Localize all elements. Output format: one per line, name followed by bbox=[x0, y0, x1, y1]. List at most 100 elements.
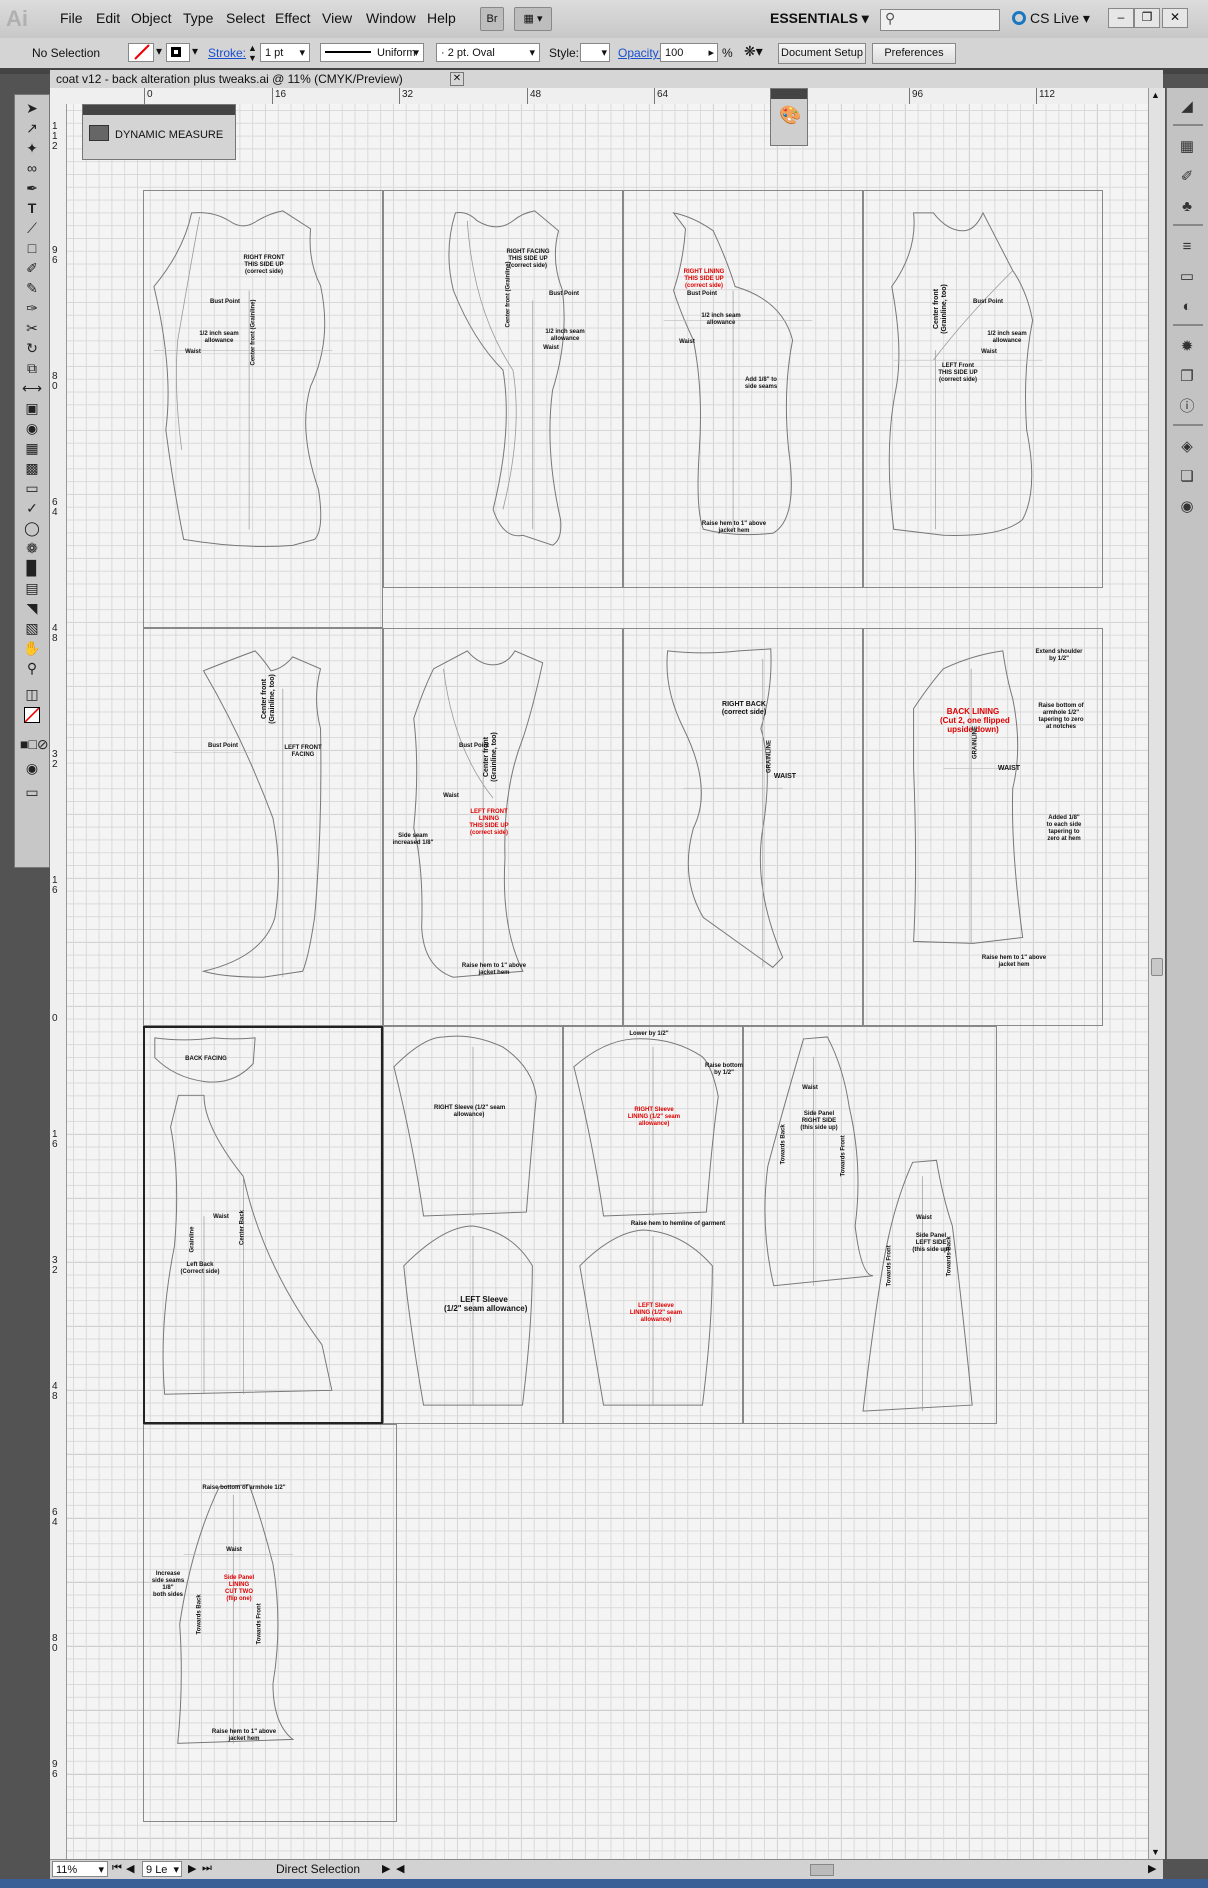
artboard-7[interactable]: RIGHT BACK (correct side) GRAINLINE WAIS… bbox=[623, 628, 863, 1026]
pencil-tool-icon[interactable]: ✎ bbox=[20, 279, 44, 297]
artboard-3[interactable]: RIGHT LINING THIS SIDE UP (correct side)… bbox=[623, 190, 863, 588]
brush-definition[interactable]: · 2 pt. Oval ▾ bbox=[436, 43, 540, 62]
stroke-stepper[interactable]: ▲ ▼ bbox=[248, 43, 257, 63]
document-setup-button[interactable]: Document Setup bbox=[778, 43, 866, 64]
menu-effect[interactable]: Effect bbox=[275, 10, 311, 26]
artboard-13[interactable]: Raise bottom of armhole 1/2" Waist Incre… bbox=[143, 1424, 397, 1822]
fill-stroke-swatch-icon[interactable] bbox=[20, 707, 44, 725]
artboard-6[interactable]: Bust Point Center front (Grainline, too)… bbox=[383, 628, 623, 1026]
paintbrush-tool-icon[interactable]: ✐ bbox=[20, 259, 44, 277]
arrange-documents-button[interactable]: ▦ ▾ bbox=[514, 7, 552, 31]
blob-brush-tool-icon[interactable]: ✑ bbox=[20, 299, 44, 317]
menu-help[interactable]: Help bbox=[427, 10, 456, 26]
close-button[interactable]: ✕ bbox=[1162, 8, 1188, 28]
scissors-tool-icon[interactable]: ✂ bbox=[20, 319, 44, 337]
column-graph-tool-icon[interactable]: ▉ bbox=[20, 559, 44, 577]
color-mode-icons[interactable]: ■□⊘ bbox=[20, 735, 49, 753]
restore-button[interactable]: ❐ bbox=[1134, 8, 1160, 28]
transparency-panel-icon[interactable]: ◐ bbox=[1177, 298, 1197, 316]
artboard-4[interactable]: Bust Point Center front (Grainline, too)… bbox=[863, 190, 1103, 588]
artboard-10[interactable]: RIGHT Sleeve (1/2" seam allowance) LEFT … bbox=[383, 1026, 563, 1424]
menu-object[interactable]: Object bbox=[131, 10, 171, 26]
rotate-tool-icon[interactable]: ↻ bbox=[20, 339, 44, 357]
preferences-button[interactable]: Preferences bbox=[872, 43, 956, 64]
menu-file[interactable]: File bbox=[60, 10, 83, 26]
stroke-panel-icon[interactable]: ≡ bbox=[1177, 238, 1197, 256]
vertical-scrollbar[interactable]: ▲ ▼ bbox=[1148, 88, 1165, 1859]
drawing-modes-icon[interactable]: ◉ bbox=[20, 759, 44, 777]
fill-swatch[interactable] bbox=[128, 43, 154, 62]
zoom-level-field[interactable]: 11% ▾ bbox=[52, 1861, 108, 1877]
horizontal-ruler[interactable]: 0 16 32 48 64 80 96 112 bbox=[50, 88, 1163, 105]
current-tool-status[interactable]: Direct Selection bbox=[276, 1862, 360, 1876]
artboard-5[interactable]: Center front (Grainline, too) Bust Point… bbox=[143, 628, 383, 1026]
color-guide-icon[interactable]: ◢ bbox=[1177, 98, 1197, 116]
scrollbar-thumb[interactable] bbox=[1151, 958, 1163, 976]
fill-dropdown-icon[interactable]: ▾ bbox=[156, 44, 162, 58]
next-artboard-icon[interactable]: ▶ bbox=[188, 1862, 196, 1875]
stroke-dropdown-icon[interactable]: ▾ bbox=[192, 44, 198, 58]
scroll-down-icon[interactable]: ▼ bbox=[1151, 1847, 1160, 1857]
width-tool-icon[interactable]: ⟷ bbox=[20, 379, 44, 397]
menu-type[interactable]: Type bbox=[183, 10, 213, 26]
artboard-11[interactable]: Lower by 1/2" Raise bottom by 1/2" RIGHT… bbox=[563, 1026, 743, 1424]
eraser-tool-icon[interactable]: ▧ bbox=[20, 619, 44, 637]
default-fill-stroke-icon[interactable]: ◫ bbox=[20, 685, 44, 703]
lasso-tool-icon[interactable]: ∞ bbox=[20, 159, 44, 177]
artboard-number-field[interactable]: 9 Le ▾ bbox=[142, 1861, 182, 1877]
color-panel-collapsed[interactable]: 🎨 bbox=[770, 88, 808, 146]
scale-tool-icon[interactable]: ⧉ bbox=[20, 359, 44, 377]
stroke-swatch[interactable] bbox=[166, 43, 190, 62]
appearance-panel-icon[interactable]: ✹ bbox=[1177, 338, 1197, 356]
first-artboard-icon[interactable]: ⏮ bbox=[112, 1862, 122, 1875]
graphic-style-swatch[interactable]: ▾ bbox=[580, 43, 610, 62]
graphic-styles-icon[interactable]: ❐ bbox=[1177, 368, 1197, 386]
swatches-icon[interactable]: ▦ bbox=[1177, 138, 1197, 156]
recolor-artwork-icon[interactable]: ❋▾ bbox=[744, 43, 763, 60]
pen-tool-icon[interactable]: ✒ bbox=[20, 179, 44, 197]
artboard-1[interactable]: RIGHT FRONT THIS SIDE UP (correct side) … bbox=[143, 190, 383, 628]
panel-title-bar[interactable] bbox=[771, 89, 807, 99]
artboard-8[interactable]: Extend shoulder by 1/2" BACK LINING (Cut… bbox=[863, 628, 1103, 1026]
prev-artboard-icon[interactable]: ◀ bbox=[126, 1862, 134, 1875]
variable-width-profile[interactable]: Uniform ▾ bbox=[320, 43, 424, 62]
scroll-left-icon[interactable]: ◀ bbox=[396, 1862, 404, 1875]
info-panel-icon[interactable]: ⓘ bbox=[1177, 398, 1197, 416]
line-tool-icon[interactable]: ⟋ bbox=[20, 219, 44, 237]
type-tool-icon[interactable]: T bbox=[20, 199, 44, 217]
eyedropper-tool-icon[interactable]: ✓ bbox=[20, 499, 44, 517]
close-document-icon[interactable]: ✕ bbox=[450, 72, 464, 86]
stroke-weight-field[interactable]: 1 pt ▾ bbox=[260, 43, 310, 62]
shape-builder-tool-icon[interactable]: ◉ bbox=[20, 419, 44, 437]
magic-wand-tool-icon[interactable]: ✦ bbox=[20, 139, 44, 157]
menu-view[interactable]: View bbox=[322, 10, 352, 26]
scroll-right-icon[interactable]: ▶ bbox=[1148, 1862, 1156, 1875]
rectangle-tool-icon[interactable]: □ bbox=[20, 239, 44, 257]
perspective-grid-tool-icon[interactable]: ▦ bbox=[20, 439, 44, 457]
last-artboard-icon[interactable]: ⏭ bbox=[202, 1862, 212, 1875]
cs-live-button[interactable]: CS Live ▾ bbox=[1012, 10, 1090, 27]
slice-tool-icon[interactable]: ◥ bbox=[20, 599, 44, 617]
workspace-switcher[interactable]: ESSENTIALS ▾ bbox=[770, 10, 869, 27]
search-field[interactable]: ⚲ bbox=[880, 9, 1000, 31]
screen-mode-icon[interactable]: ▭ bbox=[20, 783, 44, 801]
status-menu-icon[interactable]: ▶ bbox=[382, 1862, 390, 1875]
minimize-button[interactable]: – bbox=[1108, 8, 1134, 28]
hand-tool-icon[interactable]: ✋ bbox=[20, 639, 44, 657]
menu-window[interactable]: Window bbox=[366, 10, 416, 26]
panel-title-bar[interactable] bbox=[83, 105, 235, 115]
mesh-tool-icon[interactable]: ▩ bbox=[20, 459, 44, 477]
free-transform-tool-icon[interactable]: ▣ bbox=[20, 399, 44, 417]
artboard-12[interactable]: Waist Side Panel RIGHT SIDE (this side u… bbox=[743, 1026, 997, 1424]
stroke-label[interactable]: Stroke: bbox=[208, 46, 246, 60]
symbols-icon[interactable]: ♣ bbox=[1177, 198, 1197, 216]
palette-icon[interactable]: 🎨 bbox=[779, 105, 801, 126]
opacity-label[interactable]: Opacity: bbox=[618, 46, 662, 60]
menu-edit[interactable]: Edit bbox=[96, 10, 120, 26]
vertical-ruler[interactable]: 1 1 2 9 6 8 0 6 4 4 8 3 2 1 6 0 1 6 3 2 … bbox=[50, 104, 67, 1859]
artboard-tool-icon[interactable]: ▤ bbox=[20, 579, 44, 597]
artboards-panel-icon[interactable]: ❏ bbox=[1177, 468, 1197, 486]
zoom-tool-icon[interactable]: ⚲ bbox=[20, 659, 44, 677]
layers-panel-icon[interactable]: ◈ bbox=[1177, 438, 1197, 456]
scroll-up-icon[interactable]: ▲ bbox=[1151, 90, 1160, 100]
